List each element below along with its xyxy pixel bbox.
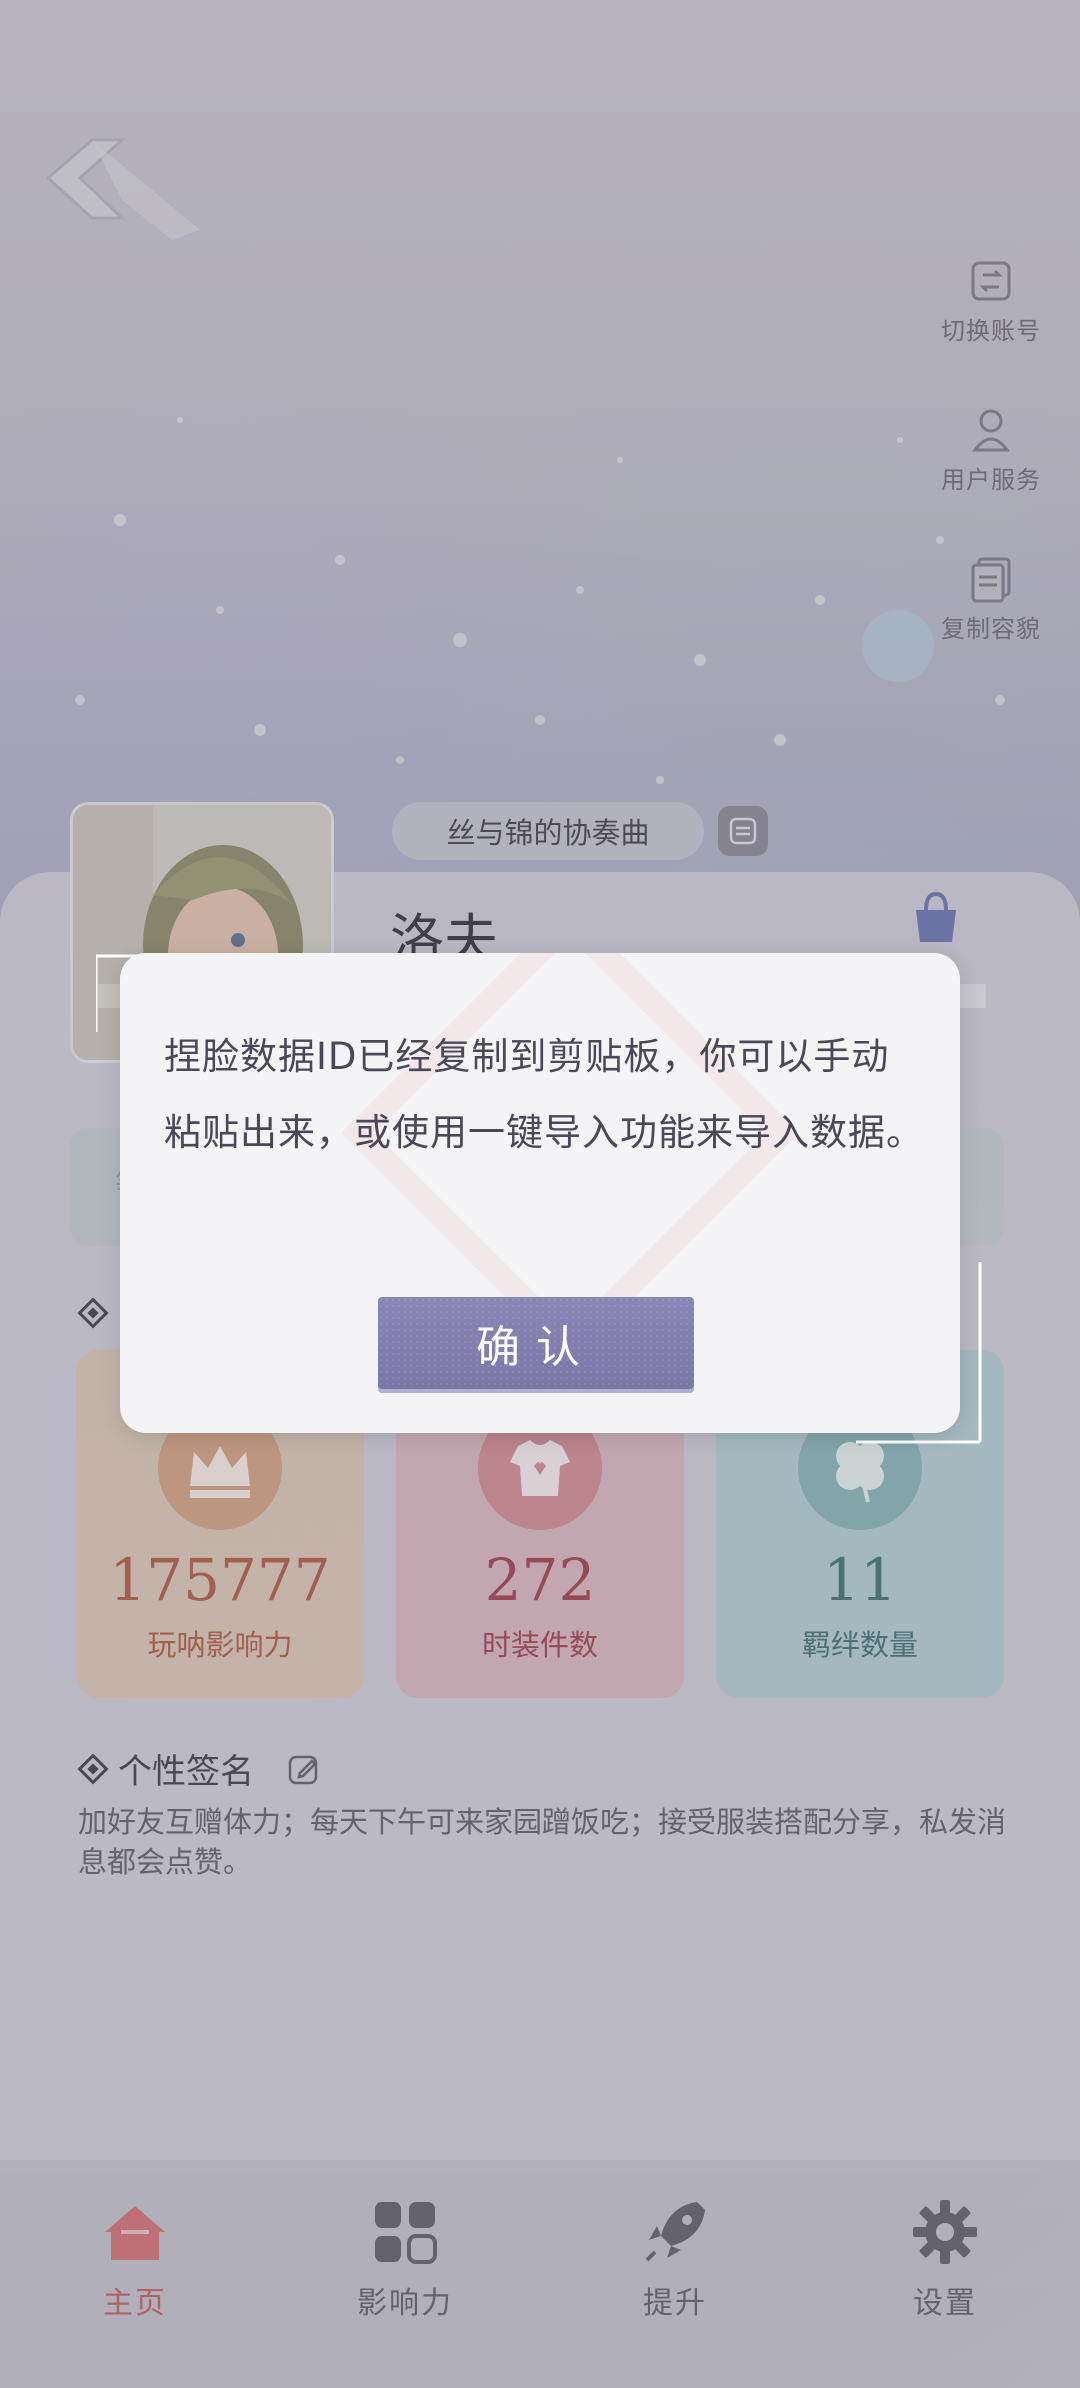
copy-confirm-dialog: 捏脸数据ID已经复制到剪贴板，你可以手动粘贴出来，或使用一键导入功能来导入数据。…	[120, 953, 960, 1433]
dialog-message: 捏脸数据ID已经复制到剪贴板，你可以手动粘贴出来，或使用一键导入功能来导入数据。	[164, 1035, 924, 1154]
confirm-button[interactable]: 确认	[378, 1297, 694, 1389]
